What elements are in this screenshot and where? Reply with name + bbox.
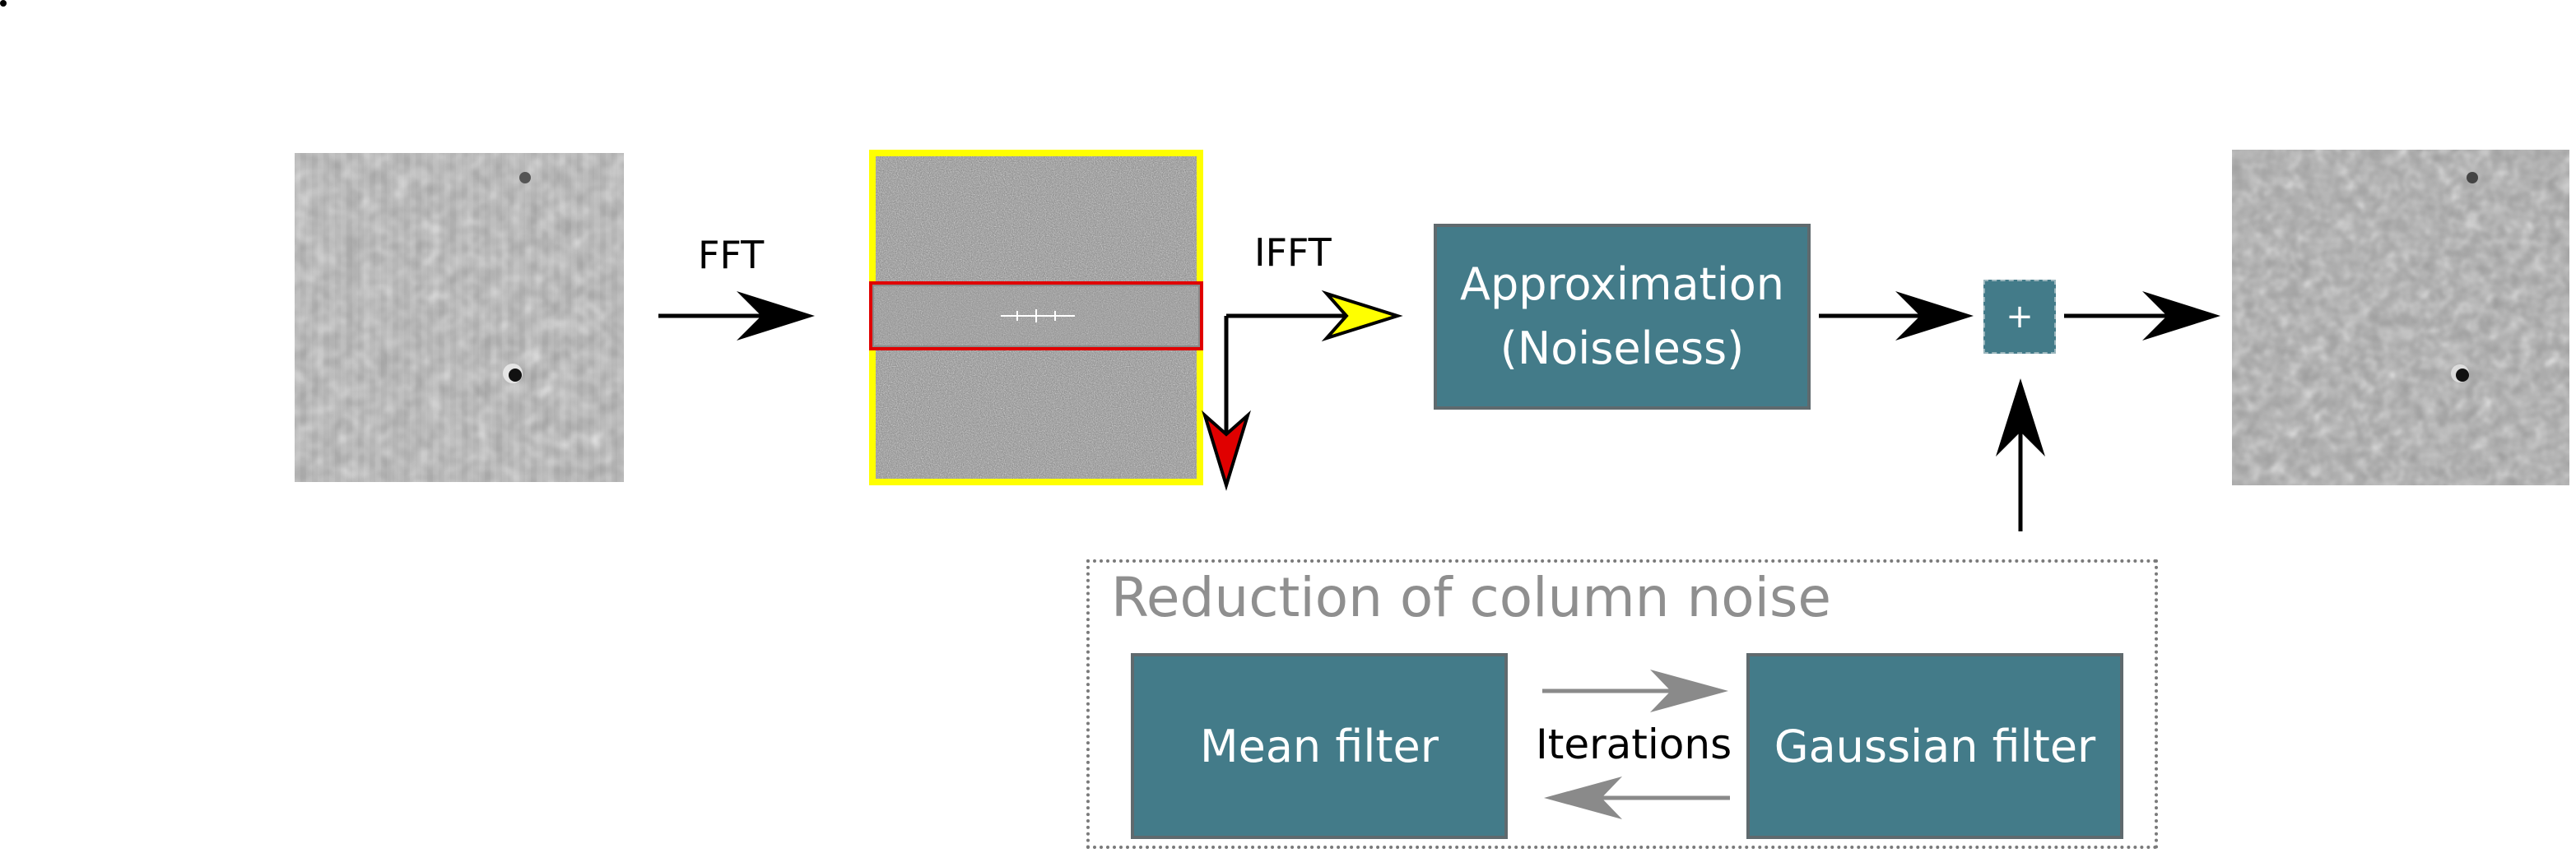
column-noise-reduction-title: Reduction of column noise	[1111, 566, 1831, 629]
noise-to-plus-arrow	[1996, 378, 2045, 531]
approximation-to-plus-arrow	[1819, 291, 1974, 341]
sum-node: +	[1983, 280, 2056, 354]
approximation-box: Approximation (Noiseless)	[1434, 224, 1811, 410]
plus-to-output-arrow	[2064, 291, 2220, 341]
gaussian-filter-label: Gaussian filter	[1774, 720, 2096, 772]
fft-label: FFT	[698, 233, 765, 277]
mean-filter-label: Mean filter	[1200, 720, 1439, 772]
ifft-arrow	[1202, 290, 1403, 491]
mean-filter-box: Mean filter	[1131, 653, 1508, 839]
fft-arrow	[658, 291, 815, 341]
ifft-label: IFFT	[1254, 230, 1332, 275]
plus-symbol: +	[2006, 298, 2034, 336]
iterations-label: Iterations	[1536, 721, 1732, 768]
gaussian-filter-box: Gaussian filter	[1746, 653, 2123, 839]
approximation-title: Approximation	[1460, 257, 1784, 310]
approximation-subtitle: (Noiseless)	[1500, 322, 1745, 374]
